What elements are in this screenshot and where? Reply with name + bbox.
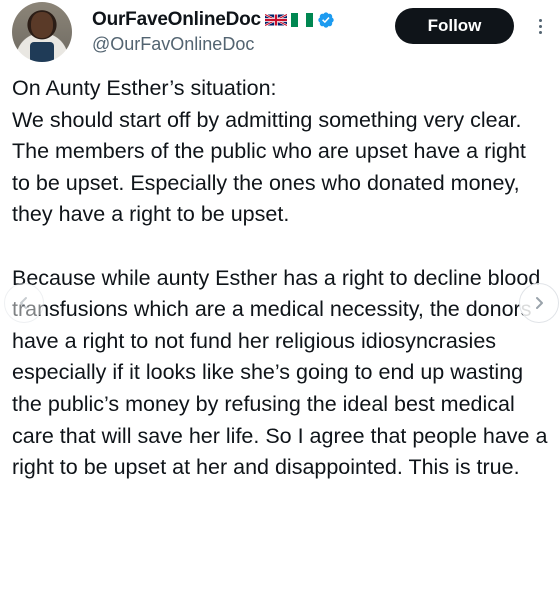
- author-handle[interactable]: @OurFavOnlineDoc: [92, 34, 254, 55]
- post-header: OurFaveOnlineDoc @OurFavOnlineDoc Follow: [0, 0, 560, 72]
- post-paragraph-2: Because while aunty Esther has a right t…: [12, 265, 548, 480]
- follow-button[interactable]: Follow: [395, 8, 514, 44]
- post-paragraph-1: On Aunty Esther’s situation: We should s…: [12, 76, 526, 227]
- author-display-name[interactable]: OurFaveOnlineDoc: [92, 9, 261, 31]
- more-dots-icon[interactable]: [530, 12, 550, 40]
- verified-badge-icon: [318, 12, 334, 28]
- chevron-right-icon: [536, 297, 543, 309]
- chevron-left-icon: [20, 297, 27, 309]
- avatar-face: [31, 12, 53, 38]
- avatar-collar: [30, 42, 54, 62]
- nigeria-flag-icon: [290, 13, 313, 27]
- carousel-next-button[interactable]: [519, 283, 559, 323]
- uk-flag-icon: [264, 13, 287, 27]
- author-name-row: OurFaveOnlineDoc: [92, 8, 335, 32]
- carousel-prev-button[interactable]: [4, 283, 44, 323]
- post-text: On Aunty Esther’s situation: We should s…: [12, 73, 548, 484]
- avatar[interactable]: [12, 2, 72, 62]
